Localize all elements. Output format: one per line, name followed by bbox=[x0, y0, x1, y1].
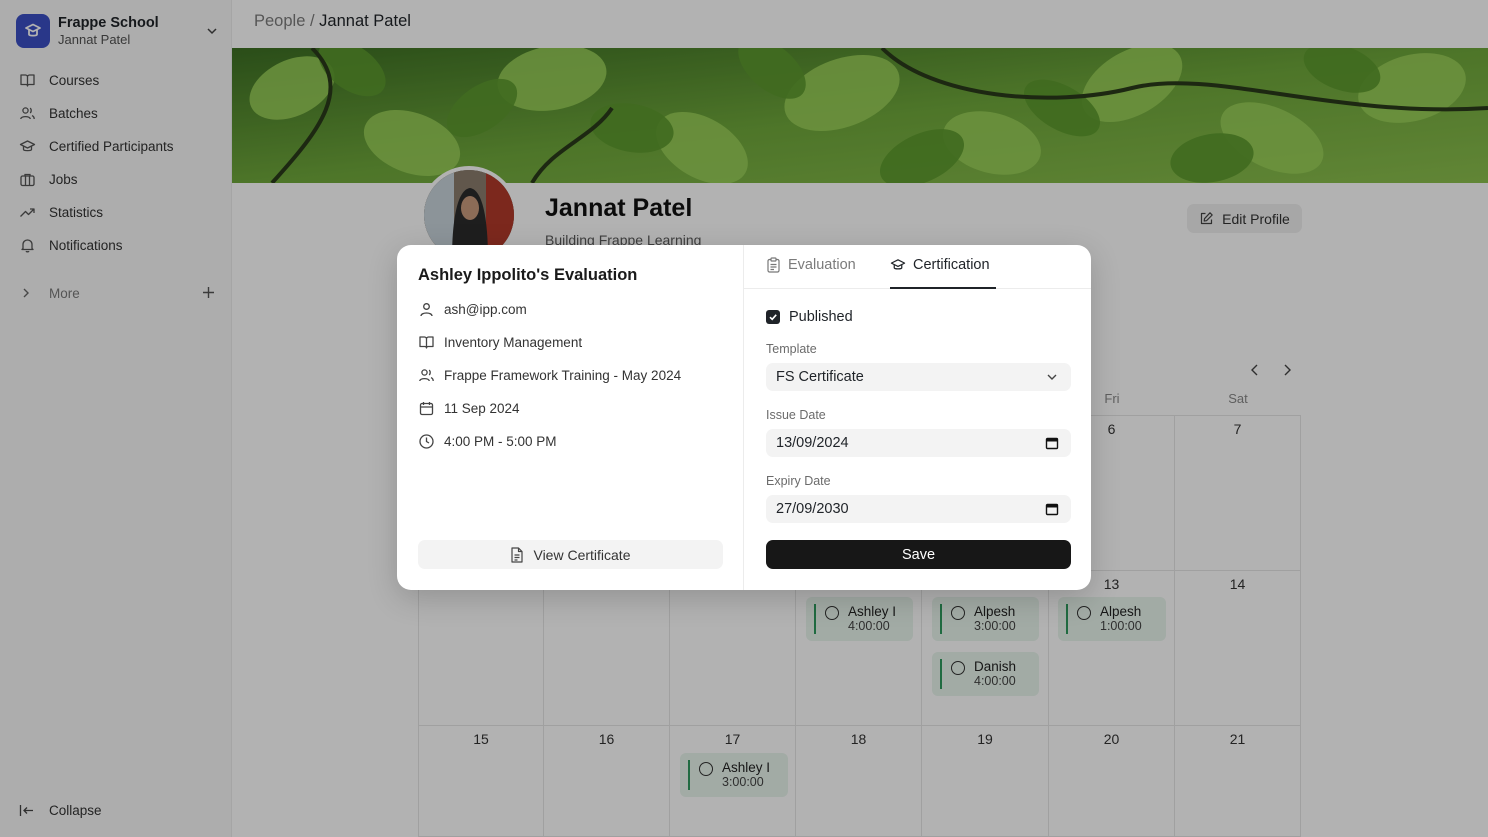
chevron-down-icon bbox=[1047, 374, 1057, 380]
detail-course: Inventory Management bbox=[418, 334, 582, 351]
certification-panel: Evaluation Certification Published Templ… bbox=[744, 245, 1091, 590]
checkmark-icon bbox=[766, 310, 780, 324]
detail-email-text: ash@ipp.com bbox=[444, 302, 527, 317]
tab-evaluation[interactable]: Evaluation bbox=[766, 257, 856, 273]
users-icon bbox=[419, 369, 434, 382]
calendar-icon bbox=[419, 402, 434, 416]
clock-icon bbox=[419, 434, 434, 449]
active-tab-indicator bbox=[890, 287, 996, 289]
published-checkbox[interactable]: Published bbox=[766, 309, 853, 325]
tab-certification[interactable]: Certification bbox=[890, 257, 990, 273]
calendar-icon[interactable] bbox=[1045, 436, 1059, 450]
detail-time-text: 4:00 PM - 5:00 PM bbox=[444, 434, 557, 449]
calendar-icon[interactable] bbox=[1045, 502, 1059, 516]
detail-batch-text: Frappe Framework Training - May 2024 bbox=[444, 368, 682, 383]
expiry-date-value: 27/09/2030 bbox=[776, 501, 849, 517]
save-button[interactable]: Save bbox=[766, 540, 1071, 569]
tab-certification-label: Certification bbox=[913, 257, 990, 273]
detail-course-text: Inventory Management bbox=[444, 335, 583, 350]
evaluation-details-panel: Ashley Ippolito's Evaluation ash@ipp.com… bbox=[397, 245, 744, 590]
graduation-cap-icon bbox=[890, 259, 906, 270]
template-select[interactable]: FS Certificate bbox=[766, 363, 1071, 391]
issue-date-input[interactable]: 13/09/2024 bbox=[766, 429, 1071, 457]
book-icon bbox=[419, 336, 434, 349]
detail-date: 11 Sep 2024 bbox=[418, 400, 520, 417]
template-value: FS Certificate bbox=[776, 369, 864, 385]
template-label: Template bbox=[766, 342, 817, 356]
clipboard-icon bbox=[767, 257, 780, 273]
issue-date-value: 13/09/2024 bbox=[776, 435, 849, 451]
published-label: Published bbox=[789, 309, 853, 325]
expiry-date-input[interactable]: 27/09/2030 bbox=[766, 495, 1071, 523]
expiry-date-label: Expiry Date bbox=[766, 474, 831, 488]
detail-time: 4:00 PM - 5:00 PM bbox=[418, 433, 557, 450]
detail-batch: Frappe Framework Training - May 2024 bbox=[418, 367, 681, 384]
dialog-title: Ashley Ippolito's Evaluation bbox=[418, 266, 638, 284]
view-certificate-button[interactable]: View Certificate bbox=[418, 540, 723, 569]
dialog-tabs: Evaluation Certification bbox=[744, 245, 1091, 289]
detail-date-text: 11 Sep 2024 bbox=[444, 401, 520, 416]
issue-date-label: Issue Date bbox=[766, 408, 826, 422]
evaluation-dialog: Ashley Ippolito's Evaluation ash@ipp.com… bbox=[397, 245, 1091, 590]
detail-email: ash@ipp.com bbox=[418, 301, 527, 318]
user-icon bbox=[420, 303, 433, 317]
file-text-icon bbox=[511, 546, 524, 563]
tab-evaluation-label: Evaluation bbox=[788, 257, 856, 273]
view-certificate-label: View Certificate bbox=[533, 546, 631, 563]
